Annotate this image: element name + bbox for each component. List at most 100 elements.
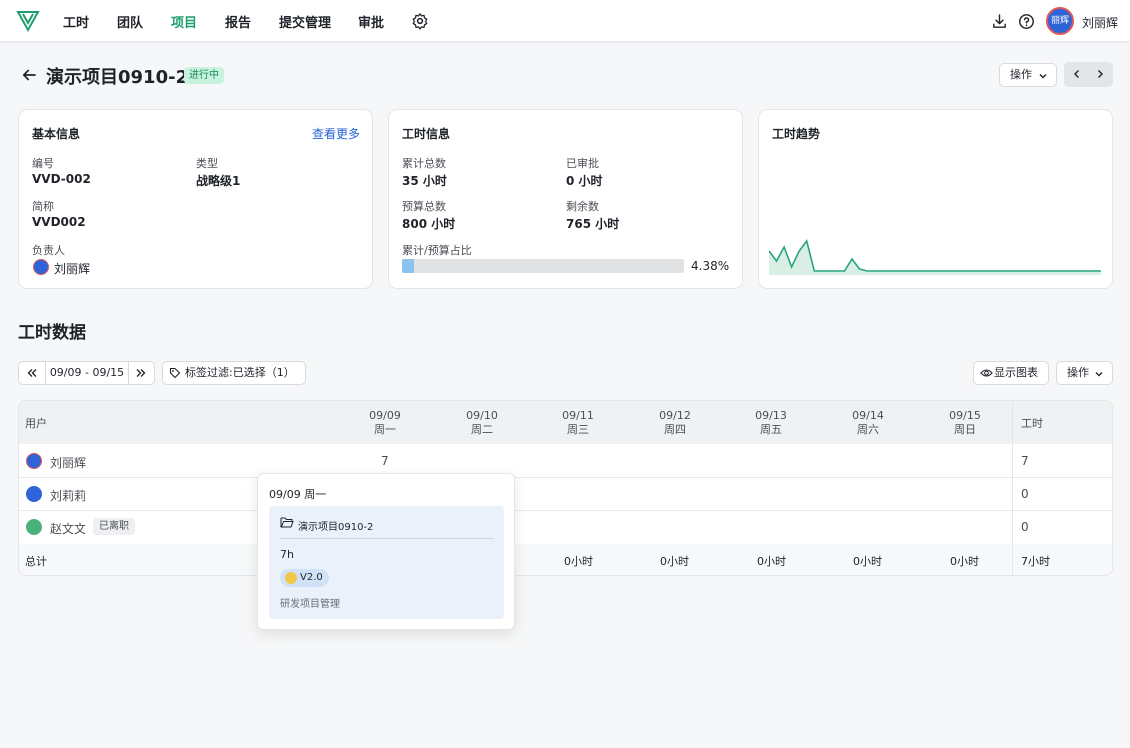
popover-date: 09/09 周一 — [269, 488, 327, 501]
trend-card: 工时趋势 — [758, 109, 1113, 289]
table-row-user-name[interactable]: 刘丽辉 — [50, 454, 86, 471]
prev-week-button[interactable] — [19, 362, 46, 384]
total-day-3: 0小时 — [660, 555, 689, 568]
hours-info-card: 工时信息 累计总数 35 小时 已审批 0 小时 预算总数 800 小时 剩余数… — [388, 109, 743, 289]
table-action-button[interactable]: 操作 — [1056, 361, 1113, 385]
nav-item-approvals[interactable]: 审批 — [358, 12, 384, 31]
popover-entry[interactable]: 演示项目0910-2 7h V2.0 研发项目管理 — [269, 506, 504, 619]
code-value: VVD-002 — [32, 172, 91, 186]
table-row-total: 7 — [1021, 454, 1029, 468]
show-chart-label: 显示图表 — [994, 366, 1038, 379]
col-user-header: 用户 — [25, 417, 47, 430]
total-hours: 7小时 — [1021, 555, 1050, 568]
owner-name: 刘丽辉 — [54, 262, 91, 276]
remaining-label: 剩余数 — [566, 200, 599, 213]
day-weekday: 周六 — [857, 423, 879, 436]
avatar — [26, 519, 42, 535]
remaining-value: 765 小时 — [566, 217, 620, 231]
trend-chart — [769, 235, 1101, 275]
help-icon[interactable] — [1018, 13, 1035, 30]
budget-label: 预算总数 — [402, 200, 446, 213]
owner-avatar — [33, 259, 49, 275]
top-navigation: 工时 团队 项目 报告 提交管理 审批 丽辉 刘丽辉 — [0, 0, 1130, 42]
day-date: 09/15 — [949, 409, 981, 422]
header-action-button[interactable]: 操作 — [999, 63, 1057, 87]
table-row-total: 0 — [1021, 520, 1029, 534]
chevron-down-icon — [1039, 74, 1047, 79]
day-weekday: 周五 — [760, 423, 782, 436]
back-arrow-icon[interactable] — [20, 66, 38, 84]
short-name-label: 简称 — [32, 200, 54, 213]
view-more-link[interactable]: 查看更多 — [312, 125, 360, 142]
day-date: 09/10 — [466, 409, 498, 422]
status-badge: 进行中 — [184, 67, 224, 84]
current-user-name[interactable]: 刘丽辉 — [1082, 14, 1118, 31]
col-day-0-header[interactable]: 09/09 周一 — [361, 409, 409, 437]
eye-icon — [980, 369, 993, 377]
total-day-4: 0小时 — [757, 555, 786, 568]
nav-item-submissions[interactable]: 提交管理 — [279, 12, 331, 31]
avatar — [26, 453, 42, 469]
date-range-text[interactable]: 09/09 - 09/15 — [46, 362, 129, 384]
hours-info-title: 工时信息 — [402, 127, 451, 141]
emoji-icon — [285, 572, 297, 584]
chevron-left-icon[interactable] — [1071, 68, 1083, 80]
type-value: 战略级1 — [196, 174, 241, 188]
double-chevron-right-icon — [136, 369, 146, 377]
table-row-user-name[interactable]: 刘莉莉 — [50, 487, 86, 504]
ratio-label: 累计/预算占比 — [402, 244, 472, 257]
col-day-2-header[interactable]: 09/11 周三 — [554, 409, 602, 437]
download-icon[interactable] — [991, 13, 1008, 30]
nav-item-timesheet[interactable]: 工时 — [63, 12, 89, 31]
day-date: 09/12 — [659, 409, 691, 422]
day-weekday: 周一 — [374, 423, 396, 436]
day-weekday: 周四 — [664, 423, 686, 436]
row-divider — [19, 510, 1112, 511]
tag-filter-button[interactable]: 标签过滤:已选择（1） — [162, 361, 306, 385]
day-date: 09/09 — [369, 409, 401, 422]
nav-item-team[interactable]: 团队 — [117, 12, 143, 31]
resigned-badge: 已离职 — [93, 518, 135, 535]
logo-icon[interactable] — [16, 9, 40, 33]
avatar[interactable]: 丽辉 — [1046, 7, 1074, 35]
col-day-5-header[interactable]: 09/14 周六 — [844, 409, 892, 437]
table-cell-hours[interactable]: 7 — [381, 454, 389, 468]
tag-icon — [169, 367, 181, 379]
folder-open-icon — [280, 517, 294, 528]
hours-table: 用户 09/09 周一 09/10 周二 09/11 周三 09/12 周四 09/13… — [18, 400, 1113, 576]
approved-hours-label: 已审批 — [566, 157, 599, 170]
col-day-4-header[interactable]: 09/13 周五 — [747, 409, 795, 437]
hours-data-title: 工时数据 — [18, 323, 86, 343]
day-date: 09/11 — [562, 409, 594, 422]
col-hours-header: 工时 — [1021, 417, 1043, 430]
show-chart-button[interactable]: 显示图表 — [973, 361, 1049, 385]
row-divider — [19, 477, 1112, 478]
table-row-total: 0 — [1021, 487, 1029, 501]
nav-item-reports[interactable]: 报告 — [225, 12, 251, 31]
trend-area — [769, 241, 1101, 275]
next-week-button[interactable] — [129, 362, 154, 384]
col-day-1-header[interactable]: 09/10 周二 — [458, 409, 506, 437]
double-chevron-left-icon — [27, 369, 37, 377]
col-day-6-header[interactable]: 09/15 周日 — [941, 409, 989, 437]
table-row-user-name[interactable]: 赵文文 — [50, 520, 86, 537]
owner-label: 负责人 — [32, 244, 65, 257]
col-day-3-header[interactable]: 09/12 周四 — [651, 409, 699, 437]
total-day-2: 0小时 — [564, 555, 593, 568]
approved-hours-value: 0 小时 — [566, 174, 603, 188]
total-label: 总计 — [25, 555, 47, 568]
basic-info-card: 基本信息 查看更多 编号 VVD-002 类型 战略级1 简称 VVD002 负… — [18, 109, 373, 289]
total-hours-value: 35 小时 — [402, 174, 447, 188]
version-tag-label: V2.0 — [300, 572, 323, 583]
day-date: 09/14 — [852, 409, 884, 422]
total-day-6: 0小时 — [950, 555, 979, 568]
trend-title: 工时趋势 — [772, 127, 821, 141]
ratio-progress-fill — [402, 259, 415, 273]
gear-icon[interactable] — [411, 12, 429, 30]
nav-item-projects[interactable]: 项目 — [171, 12, 197, 31]
popover-hours: 7h — [280, 548, 294, 561]
type-label: 类型 — [196, 157, 218, 170]
chevron-right-icon[interactable] — [1094, 68, 1106, 80]
record-pager — [1064, 62, 1113, 87]
header-action-label: 操作 — [1010, 68, 1032, 81]
